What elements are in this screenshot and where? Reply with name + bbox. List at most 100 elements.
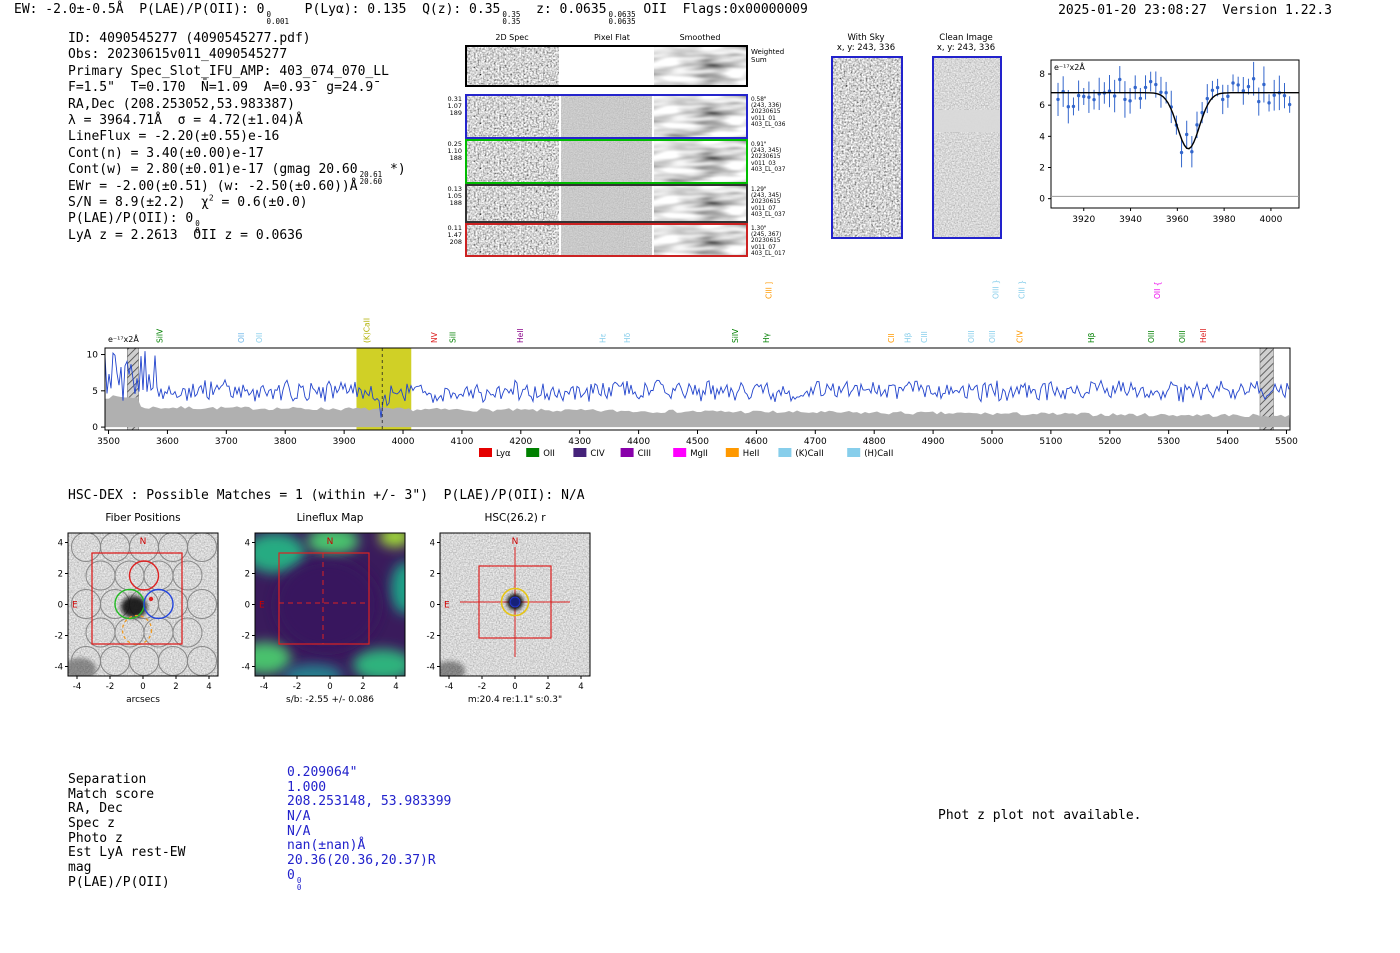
y-tick-label: 2 — [58, 570, 63, 580]
match-row-label: P(LAE)/P(OII) — [68, 874, 170, 890]
y-tick-label: 4 — [245, 539, 250, 549]
stacked-fraction: 0.0635 0.0635 — [608, 10, 636, 26]
line-label: OIII } — [992, 279, 1001, 299]
photz-note: Phot z plot not available. — [938, 808, 1142, 823]
cutout-row-stats: 0.11 1.47 208 — [447, 224, 462, 246]
x-tick-label: 4200 — [509, 437, 532, 447]
cutout-cell-smooth — [654, 96, 747, 137]
info-line: ID: 4090545277 (4090545277.pdf) — [68, 31, 311, 46]
x-tick-label: 4 — [578, 682, 583, 692]
x-tick-label: 4600 — [745, 437, 768, 447]
line-label: OII — [237, 333, 246, 343]
x-tick-label: -4 — [260, 682, 268, 692]
cutout-row-annotation: Weighted Sum — [751, 48, 785, 64]
line-label: HeII — [516, 328, 525, 343]
line-label: OIII — [1178, 330, 1187, 343]
stacked-fraction: 0 0.001 — [266, 10, 290, 26]
fiber-positions-panel: -4 -4 -2 -2 0 0 2 2 4 4 Fiber Positions arcsecs N E — [55, 512, 219, 705]
y-tick-label: -4 — [242, 663, 250, 673]
match-row-value: N/A — [287, 809, 311, 825]
x-tick-label: 2 — [545, 682, 550, 692]
line-label: HeII — [1199, 328, 1208, 343]
y-tick-label: 8 — [1039, 70, 1045, 80]
legend-label: (K)CaII — [795, 449, 823, 459]
legend-label: (H)CaII — [864, 449, 893, 459]
y-tick-label: 0 — [245, 601, 250, 611]
withsky-noise — [833, 58, 901, 237]
detection-marker — [148, 596, 154, 602]
match-row-label: Spec z — [68, 816, 115, 832]
y-tick-label: 2 — [430, 570, 435, 580]
match-marker-blue — [509, 596, 521, 608]
legend-label: Lyα — [496, 449, 511, 459]
cutout-row-stats: 0.25 1.10 188 — [447, 140, 462, 162]
withsky-coords: x, y: 243, 336 — [836, 43, 896, 53]
info-line: EWr = -2.00(±0.51) (w: -2.50(±0.60))Å — [68, 178, 358, 194]
cleanimage-masked-band — [934, 110, 1000, 132]
line-label: SiII — [449, 332, 458, 343]
x-tick-label: 0 — [327, 682, 332, 692]
y-tick-label: 2 — [245, 570, 250, 580]
legend-label: CIV — [590, 449, 604, 459]
match-row-value: 0.209064" — [287, 765, 358, 780]
x-tick-label: -2 — [478, 682, 486, 692]
cutout-cell-flat — [560, 96, 653, 137]
cutout-cell-noise — [467, 47, 559, 85]
cutout-row-stats: 0.13 1.05 188 — [447, 185, 462, 207]
cutout-cell-noise — [467, 186, 559, 221]
x-tick-label: 0 — [512, 682, 517, 692]
line-label: CIII } — [1018, 280, 1027, 299]
spectrum-plot: 3500 3600 3700 3800 3900 4000 4100 4200 4300 4400… — [87, 279, 1299, 459]
line-label: Hε — [598, 333, 607, 343]
y-tick-label: 0 — [58, 601, 63, 611]
compass-n: N — [327, 537, 334, 547]
line-label: Hγ — [762, 332, 771, 343]
legend-swatch — [778, 448, 792, 457]
legend-swatch — [847, 448, 861, 457]
cutout-cell-flat — [560, 141, 653, 182]
cutout-row — [465, 94, 748, 139]
legend-swatch — [479, 448, 492, 457]
line-label: NV — [430, 331, 439, 343]
cutout-cell-noise — [467, 96, 559, 137]
x-tick-label: 2 — [360, 682, 365, 692]
cleanimage-noise — [934, 58, 1000, 237]
legend-label: CIII — [638, 449, 651, 459]
compass-e: E — [444, 601, 450, 611]
x-tick-label: 4900 — [922, 437, 945, 447]
cleanimage-image — [932, 56, 1002, 239]
info-line: λ = 3964.71Å σ = 4.72(±1.04)Å — [68, 112, 303, 128]
x-tick-label: 5400 — [1216, 437, 1239, 447]
info-line: Cont(w) = 2.80(±0.01)e-17 (gmag 20.60 20.… — [68, 162, 406, 187]
panel-title: Lineflux Map — [297, 512, 364, 524]
timestamp: 2025-01-20 23:08:27 Version 1.22.3 — [1058, 3, 1332, 18]
stacked-fraction: 00 — [296, 875, 302, 892]
x-tick-label: 4000 — [392, 437, 415, 447]
panel-xlabel: arcsecs — [126, 695, 160, 705]
x-tick-label: 3800 — [274, 437, 297, 447]
match-row-label: Photo z — [68, 830, 123, 846]
legend-label: MgII — [690, 449, 708, 459]
y-tick-label: 6 — [1039, 101, 1045, 111]
match-row-label: Match score — [68, 786, 155, 802]
hsc-image-panel: -4 -4 -2 -2 0 0 2 2 4 4 HSC(26.2) r m:20.4 re:1.1" … — [427, 512, 591, 705]
x-tick-label: 3920 — [1072, 215, 1095, 225]
info-line: Primary Spec_Slot_IFU_AMP: 403_074_070_L… — [68, 63, 389, 79]
compass-n: N — [140, 537, 147, 547]
info-line: F=1.5" T=0.170 N̄=1.09 A=0.93̄ g=24.9̄ — [68, 80, 374, 96]
line-label: CIII ] — [764, 282, 773, 299]
x-tick-label: -2 — [106, 682, 114, 692]
x-tick-label: 4 — [206, 682, 211, 692]
line-label: CIV — [1015, 330, 1024, 343]
x-tick-label: 3940 — [1119, 215, 1142, 225]
y-tick-label: 4 — [58, 539, 63, 549]
legend-swatch — [526, 448, 540, 457]
cutout-row — [465, 223, 748, 257]
cutout-row-annotation: 0.91" (243, 345) 20230615 v011_03 403_LL_037 — [751, 142, 786, 173]
cutout-cell-noise — [467, 225, 559, 255]
cutout-cell-noise — [467, 141, 559, 182]
cutout-grid: Weighted Sum 0.31 1.07 189 0.58" (243, 336) 202… — [438, 30, 808, 270]
y-tick-label: 0 — [1039, 195, 1045, 205]
legend-swatch — [673, 448, 687, 457]
y-tick-label: 0 — [430, 601, 435, 611]
